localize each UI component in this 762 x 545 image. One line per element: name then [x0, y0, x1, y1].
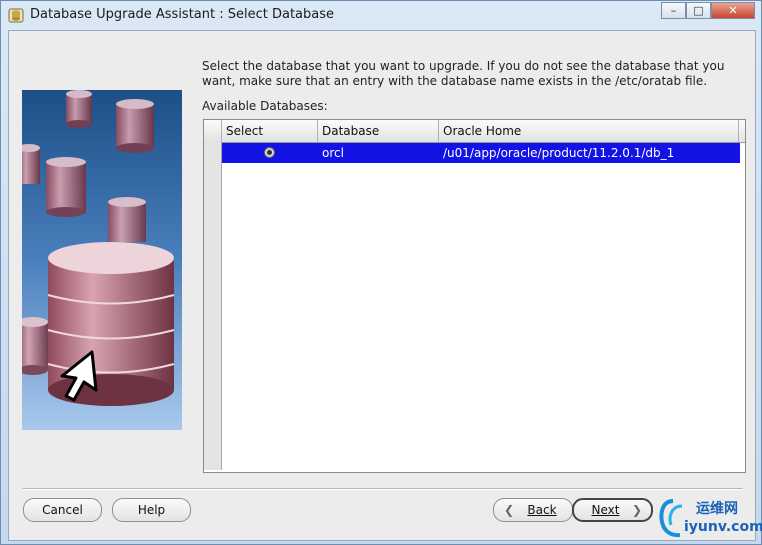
window-controls: – □ ✕	[661, 2, 755, 19]
back-label: Back	[527, 503, 557, 517]
maximize-icon[interactable]: □	[686, 2, 711, 19]
cancel-button[interactable]: Cancel	[23, 498, 102, 522]
table-header: Select Database Oracle Home	[204, 120, 745, 143]
watermark-text-cn: 运维网	[696, 501, 738, 517]
back-button[interactable]: ❮ Back	[493, 498, 573, 522]
site-watermark: 运维网 iyunv.com	[656, 496, 762, 541]
oracle-home-cell: /u01/app/oracle/product/11.2.0.1/db_1	[443, 146, 675, 160]
title-bar[interactable]: Database Upgrade Assistant : Select Data…	[1, 1, 761, 29]
chevron-right-icon: ❯	[631, 503, 642, 517]
column-header-oracle-home[interactable]: Oracle Home	[439, 120, 739, 142]
database-artwork	[22, 90, 182, 430]
chevron-left-icon: ❮	[504, 503, 515, 517]
databases-table[interactable]: Select Database Oracle Home orcl /u01/ap…	[203, 119, 746, 473]
row-header-column	[204, 142, 222, 470]
column-header-database[interactable]: Database	[318, 120, 439, 142]
select-cell[interactable]	[222, 143, 318, 163]
window-title: Database Upgrade Assistant : Select Data…	[30, 7, 335, 22]
dbua-window: Database Upgrade Assistant : Select Data…	[0, 0, 762, 545]
help-button[interactable]: Help	[112, 498, 191, 522]
select-radio[interactable]	[264, 147, 275, 158]
watermark-text-domain: iyunv.com	[684, 519, 762, 535]
row-header-corner	[204, 120, 222, 142]
next-label: Next	[591, 503, 620, 517]
app-icon	[8, 8, 24, 23]
next-button[interactable]: Next ❯	[572, 498, 653, 522]
column-header-select[interactable]: Select	[222, 120, 318, 142]
client-area: Select the database that you want to upg…	[8, 30, 756, 541]
minimize-icon[interactable]: –	[661, 2, 686, 19]
instruction-text: Select the database that you want to upg…	[202, 59, 725, 88]
database-cell: orcl	[322, 146, 344, 160]
available-databases-label: Available Databases:	[202, 99, 328, 113]
table-row[interactable]: orcl /u01/app/oracle/product/11.2.0.1/db…	[222, 143, 740, 163]
footer-separator	[23, 488, 743, 490]
close-icon[interactable]: ✕	[711, 2, 755, 19]
